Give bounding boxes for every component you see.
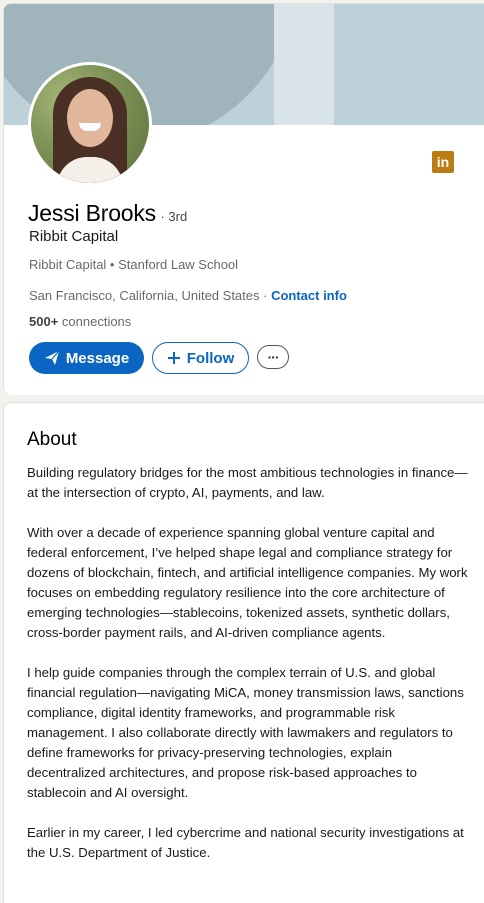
location-row: San Francisco, California, United States… [29,288,347,303]
profile-headline: Ribbit Capital [29,228,119,245]
profile-location: San Francisco, California, United States [29,288,260,303]
about-paragraph: I help guide companies through the compl… [27,665,464,800]
connections-count[interactable]: 500+ connections [29,314,131,329]
about-paragraph: Earlier in my career, I led cybercrime a… [27,825,464,860]
profile-avatar[interactable] [28,62,152,186]
send-icon [44,350,60,366]
profile-companies: Ribbit Capital • Stanford Law School [29,257,239,272]
connections-label: connections [58,314,132,329]
about-title: About [27,429,77,450]
name-row: Jessi Brooks · 3rd [28,200,187,227]
follow-button[interactable]: Follow [152,342,249,374]
profile-name: Jessi Brooks [28,200,156,226]
more-icon: ··· [267,349,280,365]
linkedin-icon[interactable]: in [432,151,454,173]
profile-card: in Jessi Brooks · 3rd Ribbit Capital Rib… [3,3,484,395]
about-paragraph: Building regulatory bridges for the most… [27,465,468,500]
contact-info-link[interactable]: Contact info [271,288,347,303]
banner-stripe [274,4,334,125]
about-paragraph: With over a decade of experience spannin… [27,525,468,640]
more-actions-button[interactable]: ··· [257,345,289,369]
message-label: Message [65,349,130,367]
about-body: Building regulatory bridges for the most… [27,463,469,883]
connections-number: 500+ [29,314,59,329]
plus-icon [167,351,181,365]
profile-photo [31,65,149,183]
follow-label: Follow [186,349,235,367]
location-separator: · [259,288,272,303]
about-section: About Building regulatory bridges for th… [3,402,484,903]
message-button[interactable]: Message [29,342,144,374]
connection-degree: · 3rd [160,209,188,224]
photo-face [67,89,113,147]
